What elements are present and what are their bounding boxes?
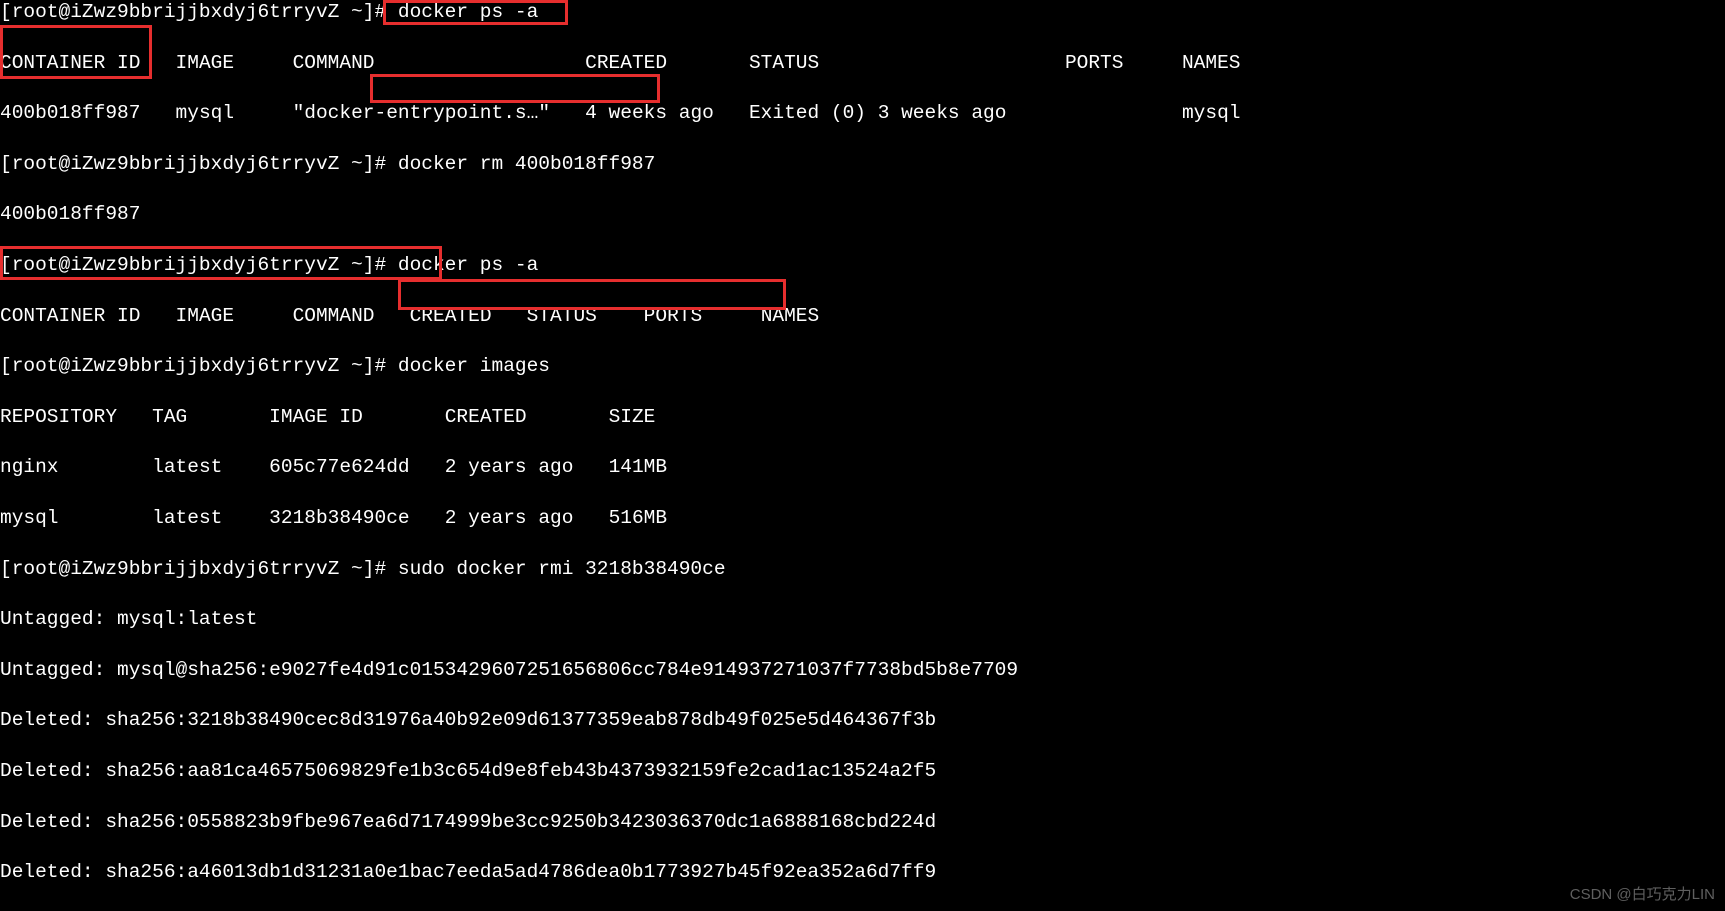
ps2-header-ports: PORTS (644, 305, 703, 327)
deleted-line: Deleted: sha256:aa81ca46575069829fe1b3c6… (0, 759, 1725, 784)
ps-header-command: COMMAND (293, 52, 375, 74)
ps-row-names: mysql (1182, 102, 1241, 124)
ps2-header-status: STATUS (527, 305, 597, 327)
terminal[interactable]: [root@iZwz9bbrijjbxdyj6trryvZ ~]# docker… (0, 0, 1725, 911)
ps-row-image: mysql (176, 102, 235, 124)
shell-prompt: [root@iZwz9bbrijjbxdyj6trryvZ ~]# (0, 153, 386, 175)
ps2-header-image: IMAGE (176, 305, 235, 327)
img-row-size: 141MB (609, 456, 668, 478)
shell-prompt: [root@iZwz9bbrijjbxdyj6trryvZ ~]# (0, 558, 386, 580)
img-row-tag: latest (152, 507, 222, 529)
shell-prompt: [root@iZwz9bbrijjbxdyj6trryvZ ~]# (0, 1, 386, 23)
img-header-size: SIZE (609, 406, 656, 428)
deleted-line: Deleted: sha256:a46013db1d31231a0e1bac7e… (0, 860, 1725, 885)
command-docker-rm: docker rm 400b018ff987 (398, 153, 655, 175)
ps2-header-command: COMMAND (293, 305, 375, 327)
ps-row-created: 4 weeks ago (585, 102, 714, 124)
deleted-line: Deleted: sha256:3218b38490cec8d31976a40b… (0, 708, 1725, 733)
img-header-created: CREATED (445, 406, 527, 428)
img-row-repo: mysql (0, 507, 59, 529)
command-docker-ps: docker ps -a (398, 1, 538, 23)
ps-header-image: IMAGE (176, 52, 235, 74)
terminal-output: [root@iZwz9bbrijjbxdyj6trryvZ ~]# docker… (0, 0, 1725, 911)
ps-header-created: CREATED (585, 52, 667, 74)
untagged-line: Untagged: mysql@sha256:e9027fe4d91c01534… (0, 658, 1725, 683)
img-row-tag: latest (152, 456, 222, 478)
ps-header-container-id: CONTAINER ID (0, 52, 140, 74)
img-row-id: 605c77e624dd (269, 456, 409, 478)
deleted-line: Deleted: sha256:0558823b9fbe967ea6d71749… (0, 810, 1725, 835)
ps2-header-names: NAMES (761, 305, 820, 327)
img-row-repo: nginx (0, 456, 59, 478)
command-docker-rmi: sudo docker rmi 3218b38490ce (398, 558, 726, 580)
ps-header-ports: PORTS (1065, 52, 1124, 74)
ps-header-names: NAMES (1182, 52, 1241, 74)
ps-row-id: 400b018ff987 (0, 102, 140, 124)
ps-header-status: STATUS (749, 52, 819, 74)
shell-prompt: [root@iZwz9bbrijjbxdyj6trryvZ ~]# (0, 254, 386, 276)
command-docker-ps-2: docker ps -a (398, 254, 538, 276)
rm-output: 400b018ff987 (0, 202, 1725, 227)
img-header-repo: REPOSITORY (0, 406, 117, 428)
img-row-id: 3218b38490ce (269, 507, 409, 529)
img-header-id: IMAGE ID (269, 406, 363, 428)
ps2-header-id: CONTAINER ID (0, 305, 140, 327)
img-row-created: 2 years ago (445, 456, 574, 478)
img-row-created: 2 years ago (445, 507, 574, 529)
ps2-header-created: CREATED (410, 305, 492, 327)
shell-prompt: [root@iZwz9bbrijjbxdyj6trryvZ ~]# (0, 355, 386, 377)
img-row-size: 516MB (609, 507, 668, 529)
untagged-line: Untagged: mysql:latest (0, 607, 1725, 632)
img-header-tag: TAG (152, 406, 187, 428)
ps-row-command: "docker-entrypoint.s…" (293, 102, 550, 124)
command-docker-images: docker images (398, 355, 550, 377)
watermark-text: CSDN @白巧克力LIN (1570, 882, 1715, 907)
ps-row-status: Exited (0) 3 weeks ago (749, 102, 1006, 124)
